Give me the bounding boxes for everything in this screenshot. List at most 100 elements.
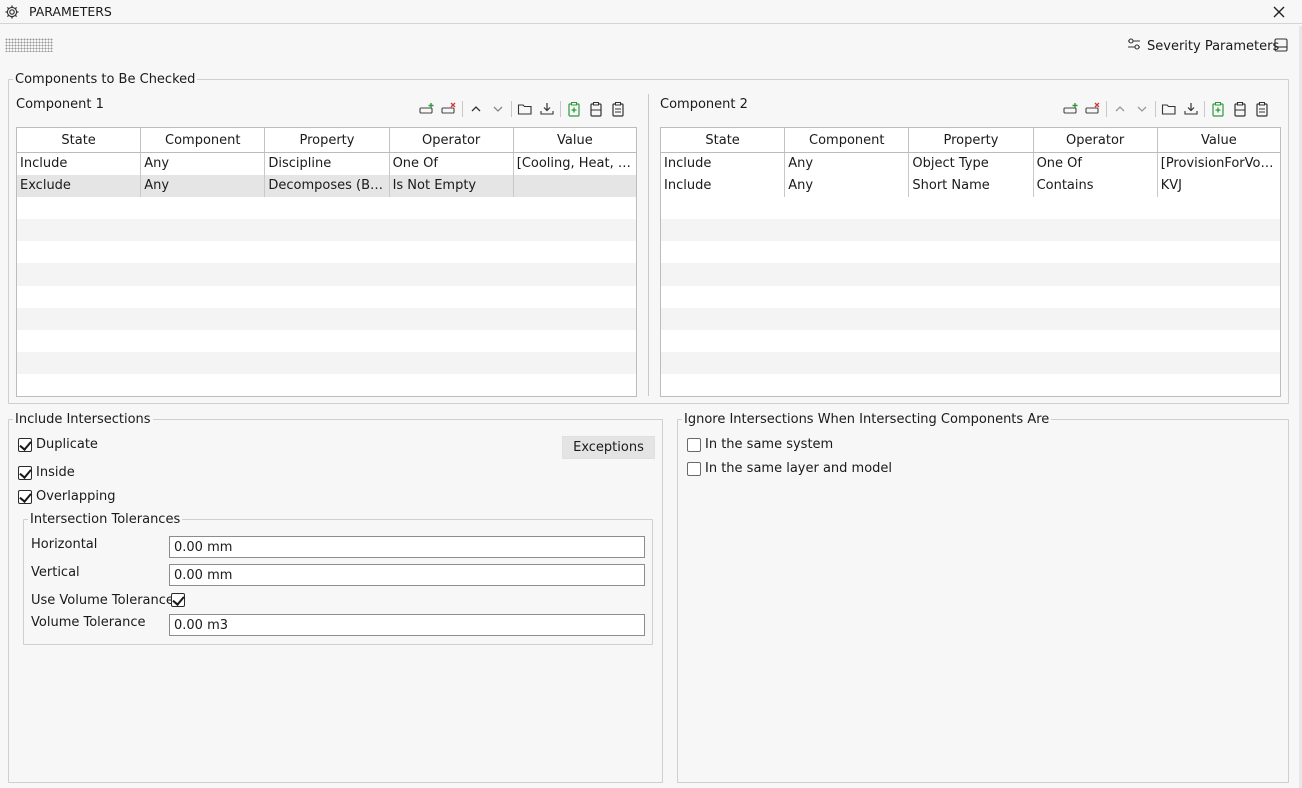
empty-row [16,263,637,286]
column-header-component[interactable]: Component [784,127,910,153]
empty-row [16,352,637,375]
open-folder-icon[interactable] [1158,99,1180,119]
table-row[interactable]: Exclude Any Decomposes (Back... Is Not E… [16,174,637,197]
empty-row [660,219,1281,242]
cell-property[interactable]: Discipline [264,152,390,175]
column-header-value[interactable]: Value [1157,127,1281,153]
same-system-label: In the same system [705,437,834,452]
add-row-icon[interactable] [1060,99,1082,119]
empty-row [661,197,1281,219]
empty-row [661,374,1281,396]
add-clipboard-icon[interactable] [563,99,585,119]
same-system-checkbox[interactable] [687,438,701,452]
empty-row [17,241,637,263]
column-header-operator[interactable]: Operator [1033,127,1158,153]
empty-row [17,374,637,396]
ignore-intersections-title: Ignore Intersections When Intersecting C… [684,412,1050,427]
empty-row [660,352,1281,375]
close-icon[interactable] [1269,2,1289,22]
cell-state[interactable]: Include [660,152,786,175]
empty-row [16,219,637,242]
cell-operator[interactable]: Contains [1033,174,1158,197]
import-icon[interactable] [536,99,558,119]
component2-table: State Component Property Operator Value … [660,127,1281,397]
components-group-title: Components to Be Checked [15,72,196,87]
same-layer-model-checkbox[interactable] [687,462,701,476]
panel-layout-icon[interactable] [1273,37,1289,53]
duplicate-checkbox[interactable] [18,438,32,452]
empty-row [17,286,637,308]
use-volume-tolerance-label: Use Volume Tolerance [31,593,174,608]
window-title: PARAMETERS [29,4,112,19]
cell-state[interactable]: Include [16,152,142,175]
import-icon[interactable] [1180,99,1202,119]
cell-state[interactable]: Include [660,174,786,197]
overlapping-checkbox[interactable] [18,490,32,504]
intersection-tolerances-title: Intersection Tolerances [30,512,181,527]
cell-property[interactable]: Decomposes (Back... [264,174,390,197]
empty-row [661,241,1281,263]
empty-row [661,286,1281,308]
table-row[interactable]: Include Any Discipline One Of [Cooling, … [16,152,637,175]
table-row[interactable]: Include Any Object Type One Of [Provisio… [660,152,1281,175]
clipboard-icon[interactable] [1229,99,1251,119]
component2-toolbar [1060,99,1273,119]
gear-icon [4,4,20,20]
panel-divider[interactable] [648,94,649,396]
cell-operator[interactable]: One Of [389,152,514,175]
vertical-tolerance-input[interactable] [169,564,645,586]
column-header-operator[interactable]: Operator [389,127,514,153]
add-clipboard-icon[interactable] [1207,99,1229,119]
cell-value[interactable]: [ProvisionForVoid] [1157,153,1280,175]
use-volume-tolerance-checkbox[interactable] [171,593,185,607]
move-down-icon[interactable] [1131,99,1153,119]
sliders-icon [1127,38,1141,54]
clipboard-list-icon[interactable] [607,99,629,119]
title-bar: PARAMETERS [0,0,1302,24]
toolbar-separator [560,101,561,117]
cell-value[interactable] [513,174,637,197]
toolbar-separator [1155,101,1156,117]
column-header-state[interactable]: State [660,127,786,153]
overlapping-label: Overlapping [36,489,116,504]
cell-value[interactable]: [Cooling, Heat, Ve... [513,153,637,175]
table-row[interactable]: Include Any Short Name Contains KVJ [660,174,1281,197]
column-header-state[interactable]: State [16,127,142,153]
cell-operator[interactable]: Is Not Empty [389,174,514,197]
cell-property[interactable]: Object Type [908,152,1034,175]
clipboard-list-icon[interactable] [1251,99,1273,119]
volume-tolerance-input[interactable] [169,614,645,636]
column-header-property[interactable]: Property [908,127,1034,153]
column-header-property[interactable]: Property [264,127,390,153]
cell-component[interactable]: Any [140,152,266,175]
severity-parameters-label: Severity Parameters [1147,38,1280,54]
clipboard-icon[interactable] [585,99,607,119]
cell-component[interactable]: Any [784,174,910,197]
same-layer-model-label: In the same layer and model [705,461,893,476]
cell-operator[interactable]: One Of [1033,152,1158,175]
exceptions-button[interactable]: Exceptions [562,436,655,459]
cell-state[interactable]: Exclude [16,174,142,197]
empty-row [660,307,1281,330]
remove-row-icon[interactable] [438,99,460,119]
column-header-component[interactable]: Component [140,127,266,153]
cell-value[interactable]: KVJ [1157,175,1280,197]
add-row-icon[interactable] [416,99,438,119]
drag-grip-icon[interactable] [5,38,53,52]
open-folder-icon[interactable] [514,99,536,119]
empty-row [17,330,637,352]
severity-parameters-button[interactable]: Severity Parameters [1127,36,1279,56]
move-down-icon[interactable] [487,99,509,119]
cell-component[interactable]: Any [784,152,910,175]
inside-label: Inside [36,465,75,480]
empty-row [661,330,1281,352]
remove-row-icon[interactable] [1082,99,1104,119]
empty-row [17,197,637,219]
cell-property[interactable]: Short Name [908,174,1034,197]
horizontal-tolerance-input[interactable] [169,536,645,558]
inside-checkbox[interactable] [18,466,32,480]
cell-component[interactable]: Any [140,174,266,197]
move-up-icon[interactable] [1109,99,1131,119]
column-header-value[interactable]: Value [513,127,637,153]
move-up-icon[interactable] [465,99,487,119]
